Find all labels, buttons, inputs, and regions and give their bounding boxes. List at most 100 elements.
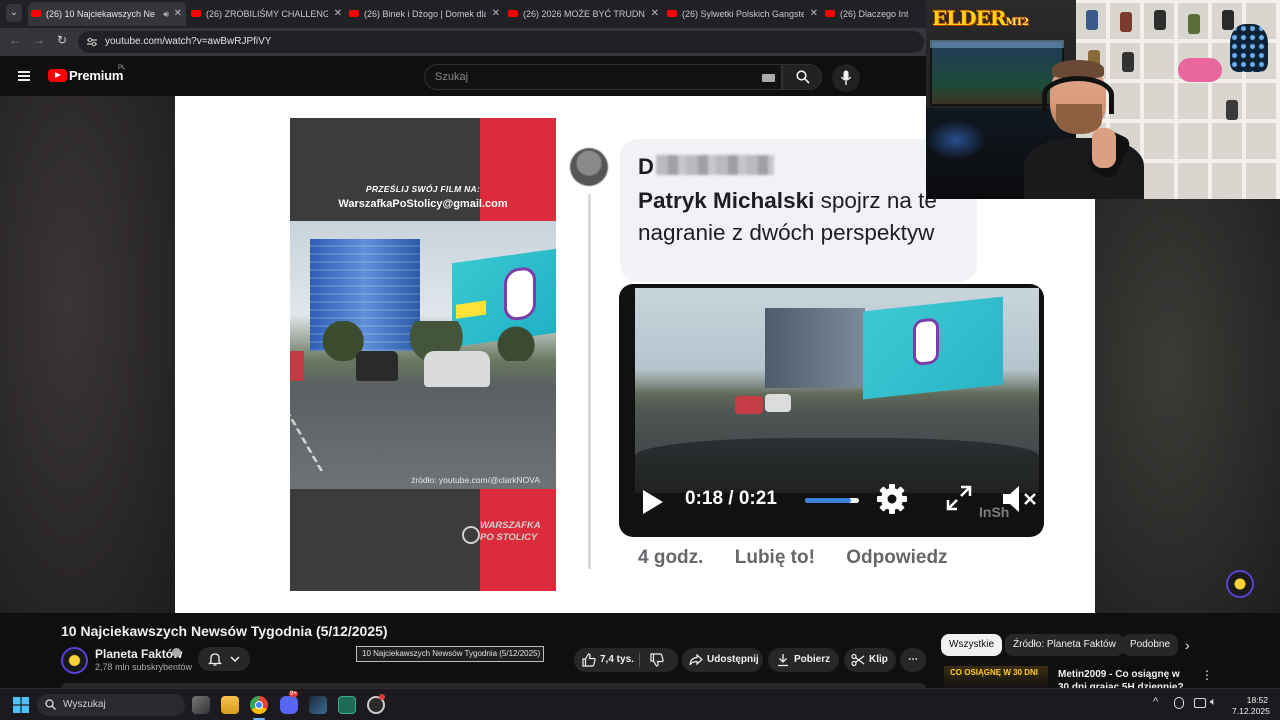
tab-label: (26) ZROBILIŚMY CHALLENGE Z	[206, 9, 328, 19]
windows-start-icon[interactable]	[13, 697, 29, 713]
search-input[interactable]	[435, 65, 735, 89]
chrome-icon[interactable]	[250, 696, 268, 714]
figure	[1188, 14, 1200, 34]
comment-author-initial: D	[638, 154, 654, 179]
chevron-right-icon[interactable]: ›	[1185, 637, 1190, 653]
youtube-play-icon	[48, 69, 67, 82]
bell-icon	[208, 653, 222, 666]
reload-icon[interactable]: ↻	[57, 33, 67, 47]
thumbs-up-icon[interactable]	[582, 653, 596, 667]
site-info-icon[interactable]	[87, 37, 97, 47]
notification-bell-button[interactable]	[198, 647, 250, 671]
channel-avatar[interactable]	[61, 647, 88, 674]
keyboard-icon[interactable]	[762, 74, 775, 82]
share-button[interactable]: Udostępnij	[682, 648, 763, 672]
search-box	[424, 64, 782, 90]
channel-watermark-icon[interactable]	[1226, 570, 1254, 598]
play-icon	[643, 490, 663, 514]
video-title: 10 Najciekawszych Newsów Tygodnia (5/12/…	[61, 623, 388, 639]
stream-logo-text: ELDER	[932, 6, 1007, 30]
road-markings	[290, 401, 381, 471]
address-bar[interactable]: youtube.com/watch?v=awBwRJPfiVY	[78, 31, 924, 53]
forward-arrow-icon[interactable]: →	[33, 33, 45, 47]
tab[interactable]: (26) Sylwetki Polskich Gangster ✕	[664, 2, 822, 26]
reel-frame: PRZEŚLIJ SWÓJ FILM NA: WarszafkaPoStolic…	[290, 118, 556, 591]
figure	[1154, 10, 1166, 30]
download-icon	[778, 654, 788, 667]
microphone-tray-icon[interactable]	[1174, 697, 1184, 709]
speaker-tray-icon[interactable]: 🔈︎	[1210, 696, 1217, 709]
thumbnail-text: CO OSIĄGNĘ W 30 DNI	[950, 668, 1039, 677]
chip-all[interactable]: Wszystkie	[941, 634, 1002, 656]
recommendation-thumbnail[interactable]: CO OSIĄGNĘ W 30 DNI	[944, 666, 1048, 688]
close-tab-icon[interactable]: ✕	[492, 2, 500, 26]
lit-tree	[1230, 24, 1268, 72]
car-red	[735, 396, 763, 414]
clip-button[interactable]: Klip	[844, 648, 896, 672]
video-info: 10 Najciekawszych Newsów Tygodnia (5/12/…	[0, 613, 1280, 688]
tab-search-button[interactable]: ⌄	[6, 4, 22, 22]
steam-icon[interactable]	[309, 696, 327, 714]
kebab-menu-icon[interactable]: ⋮	[1201, 668, 1213, 682]
chip-source-channel[interactable]: Źródło: Planeta Faktów	[1005, 634, 1124, 656]
figure	[1086, 10, 1098, 30]
embedded-dashcam-scene	[635, 288, 1039, 493]
voice-search-button[interactable]	[832, 64, 860, 92]
search-icon	[796, 70, 810, 84]
logo-text: Premium	[69, 68, 124, 83]
tab[interactable]: (26) ZROBILIŚMY CHALLENGE Z ✕	[188, 2, 346, 26]
youtube-favicon-icon	[31, 10, 41, 17]
more-actions-button[interactable]: ⋯	[900, 648, 926, 672]
obs-icon[interactable]	[367, 694, 385, 714]
channel-name[interactable]: Planeta Faktów	[95, 647, 182, 661]
speaker-icon[interactable]: 🔊︎	[163, 2, 169, 26]
tab[interactable]: (26) Binek i Dżogo | Domek dla ✕	[346, 2, 504, 26]
like-count: 7,4 tys.	[600, 654, 634, 665]
taskbar-search-text: Wyszukaj	[63, 699, 106, 710]
youtube-favicon-icon	[349, 10, 359, 17]
blurred-author-name	[656, 155, 774, 175]
menu-icon[interactable]	[18, 71, 30, 81]
tab-active[interactable]: (26) 10 Najciekawszych Ne 🔊︎ ✕	[28, 2, 186, 26]
reply-link: Odpowiedz	[846, 547, 948, 568]
discord-icon[interactable]: 9+	[280, 691, 298, 714]
clock[interactable]: 18:52 7.12.2025	[1232, 695, 1270, 717]
subscriber-count: 2,78 mln subskrybentów	[95, 662, 193, 672]
thread-line	[588, 194, 591, 569]
back-arrow-icon[interactable]: ←	[9, 33, 21, 47]
search-icon	[45, 699, 56, 710]
terminal-icon[interactable]	[338, 696, 356, 714]
thumbs-down-icon[interactable]	[650, 653, 664, 667]
close-tab-icon[interactable]: ✕	[334, 2, 342, 26]
verified-icon	[172, 648, 181, 657]
chip-similar[interactable]: Podobne	[1122, 634, 1179, 656]
share-label: Udostępnij	[707, 654, 759, 665]
like-dislike-button[interactable]: 7,4 tys.	[574, 648, 678, 672]
download-button[interactable]: Pobierz	[768, 648, 839, 672]
embedded-time: 0:18 / 0:21	[685, 488, 777, 509]
close-tab-icon[interactable]: ✕	[810, 2, 818, 26]
search-button[interactable]	[782, 64, 822, 90]
file-explorer-icon[interactable]	[221, 696, 239, 714]
pink-lamp	[1178, 58, 1222, 82]
chevron-up-icon[interactable]: ^	[1153, 696, 1158, 708]
scissors-icon	[851, 653, 865, 667]
tab[interactable]: (26) Dlaczego Internet Z	[822, 2, 926, 26]
tab-label: (26) Dlaczego Internet Z	[840, 9, 908, 19]
gear-icon	[877, 484, 907, 514]
send-your-video-text: PRZEŚLIJ SWÓJ FILM NA:	[365, 184, 481, 194]
task-view-icon[interactable]	[192, 696, 210, 714]
chevron-down-icon	[230, 656, 240, 663]
figure	[1120, 12, 1132, 32]
taskbar-search[interactable]: Wyszukaj	[37, 694, 185, 716]
tab-label: (26) Sylwetki Polskich Gangster	[682, 9, 804, 19]
microphone-icon	[840, 70, 852, 85]
like-link: Lubię to!	[734, 547, 815, 568]
close-tab-icon[interactable]: ✕	[651, 2, 659, 26]
embedded-progress-bar	[805, 498, 859, 503]
close-tab-icon[interactable]: ✕	[174, 2, 182, 26]
recommendation-title[interactable]: Metin2009 - Co osiągnę w 30 dni grając 5…	[1058, 668, 1190, 688]
display-tray-icon[interactable]	[1194, 698, 1206, 708]
tab[interactable]: (26) 2026 MOŻE BYĆ TRUDNY ✕	[505, 2, 663, 26]
discord-badge: 9+	[289, 691, 298, 697]
